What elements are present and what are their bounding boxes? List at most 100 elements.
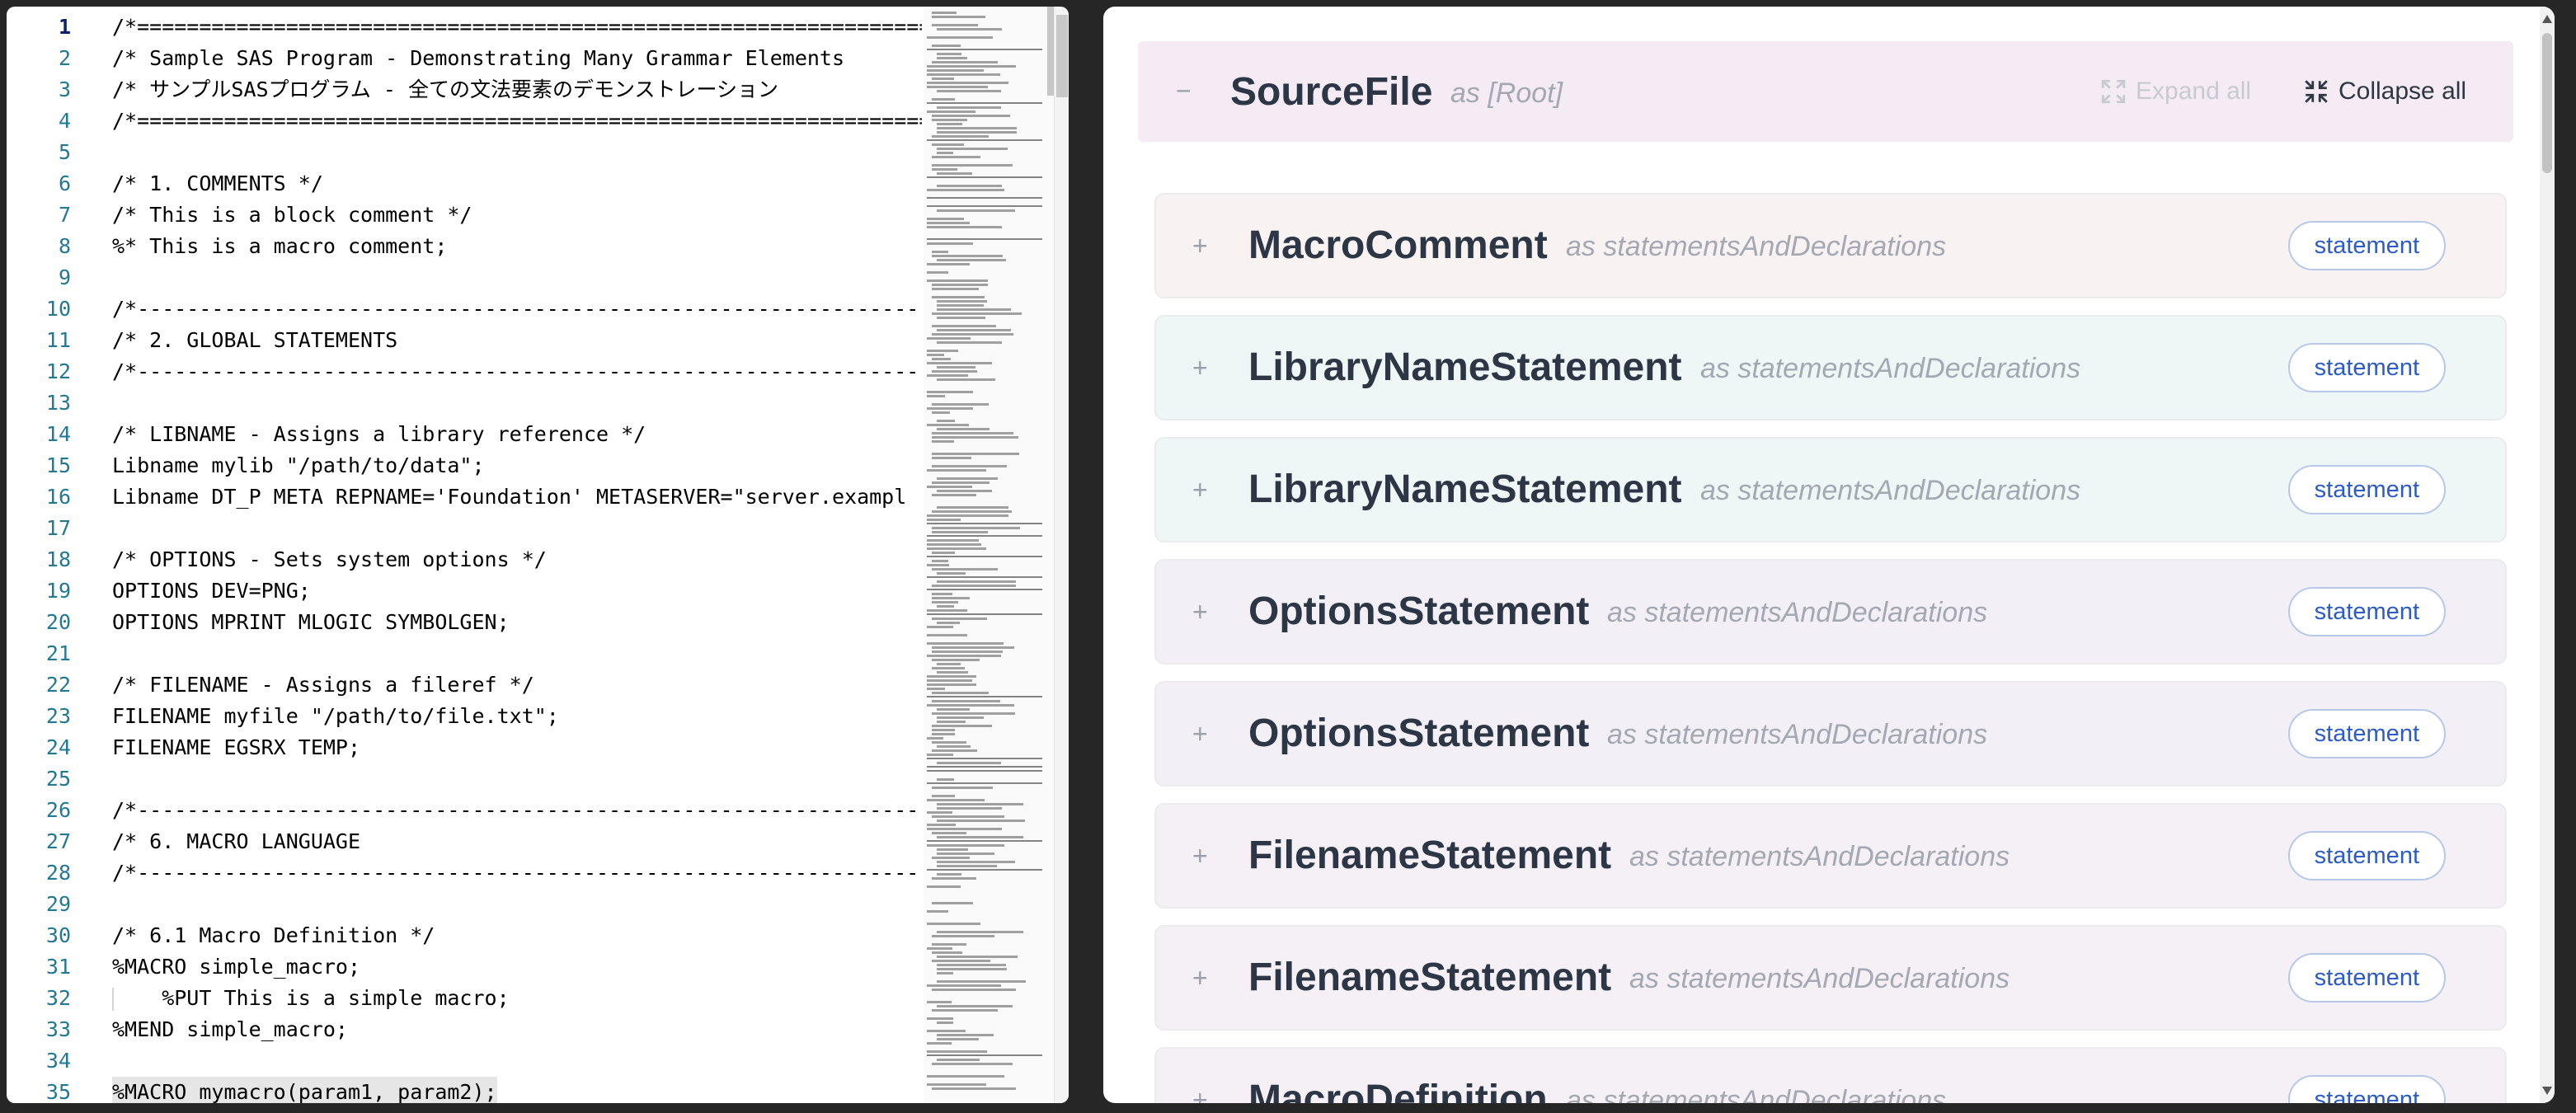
code-line[interactable]: 15 Libname mylib "/path/to/data"; [7, 450, 922, 481]
minimap-line [927, 923, 980, 925]
statement-badge[interactable]: statement [2287, 587, 2446, 636]
code-line[interactable]: 10 /*------------------------------------… [7, 294, 922, 325]
code-line[interactable]: 31 %MACRO simple_macro; [7, 951, 922, 983]
statement-badge[interactable]: statement [2287, 343, 2446, 392]
minimap-line [932, 156, 980, 158]
code-line[interactable]: 33 %MEND simple_macro; [7, 1014, 922, 1045]
statement-badge[interactable]: statement [2287, 709, 2446, 758]
node-role: as statementsAndDeclarations [1566, 1085, 1947, 1103]
minimap-line [932, 77, 954, 80]
statement-badge[interactable]: statement [2287, 831, 2446, 881]
expand-all-button[interactable]: Expand all [2099, 77, 2251, 106]
minimap-line [937, 366, 975, 369]
code-line[interactable]: 29 [7, 889, 922, 920]
tree-node[interactable]: + OptionsStatement as statementsAndDeclara… [1154, 681, 2507, 787]
code-line[interactable]: 6 /* 1. COMMENTS */ [7, 168, 922, 200]
code-line[interactable]: 3 /* サンプルSASプログラム - 全ての文法要素のデモンストレーション [7, 74, 922, 106]
expand-node-toggle[interactable]: + [1192, 965, 1208, 991]
tree-node[interactable]: + LibraryNameStatement as statementsAndDec… [1154, 315, 2507, 420]
code-line[interactable]: 4 /*=====================================… [7, 106, 922, 137]
minimap-slider[interactable] [1047, 7, 1054, 96]
code-line[interactable]: 12 /*------------------------------------… [7, 356, 922, 387]
code-editor[interactable]: 1 /*=====================================… [7, 7, 1069, 1103]
line-number: 6 [58, 171, 71, 195]
minimap-line [932, 585, 1016, 587]
expand-node-toggle[interactable]: + [1192, 599, 1208, 625]
tree-node[interactable]: + MacroDefinition as statementsAndDeclarat… [1154, 1047, 2507, 1103]
tree-scrollbar[interactable] [2540, 7, 2555, 1103]
tree-node[interactable]: + LibraryNameStatement as statementsAndDec… [1154, 437, 2507, 542]
code-line[interactable]: 24 FILENAME EGSRX TEMP; [7, 732, 922, 763]
minimap-line [932, 251, 948, 253]
code-area[interactable]: 1 /*=====================================… [7, 7, 922, 1103]
minimap-line [937, 972, 953, 974]
statement-badge[interactable]: statement [2287, 465, 2446, 514]
code-line[interactable]: 30 /* 6.1 Macro Definition */ [7, 920, 922, 951]
scroll-down-arrow-icon[interactable] [2542, 1087, 2552, 1095]
code-line[interactable]: 34 [7, 1045, 922, 1077]
tree-node[interactable]: + FilenameStatement as statementsAndDeclar… [1154, 925, 2507, 1031]
code-line[interactable]: 17 [7, 513, 922, 544]
root-node-role: as [Root] [1450, 77, 1563, 109]
collapse-all-button[interactable]: Collapse all [2302, 77, 2466, 106]
line-number: 17 [45, 516, 71, 540]
minimap-line [932, 61, 998, 63]
code-line[interactable]: 2 /* Sample SAS Program - Demonstrating M… [7, 43, 922, 74]
code-line[interactable]: 22 /* FILENAME - Assigns a fileref */ [7, 669, 922, 701]
code-line[interactable]: 32 %PUT This is a simple macro; [7, 983, 922, 1014]
code-line[interactable]: 11 /* 2. GLOBAL STATEMENTS [7, 325, 922, 356]
tree-node[interactable]: + FilenameStatement as statementsAndDeclar… [1154, 803, 2507, 909]
node-title: FilenameStatement [1248, 834, 1612, 877]
minimap-separator [927, 696, 1042, 697]
code-line[interactable]: 21 [7, 638, 922, 669]
code-line[interactable]: 9 [7, 262, 922, 294]
code-line[interactable]: 1 /*=====================================… [7, 12, 922, 43]
expand-node-toggle[interactable]: + [1192, 477, 1208, 503]
code-line[interactable]: 25 [7, 763, 922, 795]
code-line[interactable]: 27 /* 6. MACRO LANGUAGE [7, 826, 922, 857]
node-role: as statementsAndDeclarations [1700, 475, 2081, 506]
code-line[interactable]: 26 /*------------------------------------… [7, 795, 922, 826]
line-number: 23 [45, 704, 71, 728]
minimap[interactable] [924, 7, 1054, 1103]
code-line[interactable]: 19 OPTIONS DEV=PNG; [7, 575, 922, 607]
statement-badge[interactable]: statement [2287, 953, 2446, 1003]
node-role: as statementsAndDeclarations [1566, 231, 1947, 262]
code-line[interactable]: 16 Libname DT_P META REPNAME='Foundation'… [7, 481, 922, 513]
tree-node[interactable]: + OptionsStatement as statementsAndDeclara… [1154, 559, 2507, 665]
minimap-line [937, 127, 1017, 129]
minimap-line [927, 350, 958, 352]
scroll-up-arrow-icon[interactable] [2542, 15, 2552, 23]
collapse-root-toggle[interactable]: − [1176, 77, 1192, 104]
expand-node-toggle[interactable]: + [1192, 843, 1208, 869]
code-line[interactable]: 13 [7, 387, 922, 419]
expand-node-toggle[interactable]: + [1192, 232, 1208, 259]
minimap-separator [927, 613, 1042, 615]
minimap-line [927, 799, 985, 801]
minimap-line [932, 960, 990, 962]
minimap-line [932, 597, 970, 599]
code-line[interactable]: 35 %MACRO mymacro(param1, param2); [7, 1077, 922, 1103]
code-line[interactable]: 8 %* This is a macro comment; [7, 231, 922, 262]
expand-node-toggle[interactable]: + [1192, 355, 1208, 381]
statement-badge[interactable]: statement [2287, 1075, 2446, 1103]
statement-badge[interactable]: statement [2287, 221, 2446, 270]
tree-node[interactable]: + MacroComment as statementsAndDeclaration… [1154, 193, 2507, 298]
code-line[interactable]: 18 /* OPTIONS - Sets system options */ [7, 544, 922, 575]
expand-node-toggle[interactable]: + [1192, 721, 1208, 747]
minimap-line [932, 135, 989, 138]
code-line[interactable]: 14 /* LIBNAME - Assigns a library referen… [7, 419, 922, 450]
code-line[interactable]: 7 /* This is a block comment */ [7, 200, 922, 231]
expand-node-toggle[interactable]: + [1192, 1087, 1208, 1103]
minimap-line [937, 836, 1023, 838]
minimap-line [932, 795, 955, 797]
tree-scroll-thumb[interactable] [2542, 33, 2552, 173]
code-line[interactable]: 28 /*------------------------------------… [7, 857, 922, 889]
editor-scroll-thumb[interactable] [1056, 15, 1068, 97]
code-line[interactable]: 20 OPTIONS MPRINT MLOGIC SYMBOLGEN; [7, 607, 922, 638]
minimap-line [932, 560, 948, 562]
minimap-separator [927, 782, 1042, 784]
code-line[interactable]: 5 [7, 137, 922, 168]
editor-scrollbar[interactable] [1054, 7, 1069, 1103]
code-line[interactable]: 23 FILENAME myfile "/path/to/file.txt"; [7, 701, 922, 732]
